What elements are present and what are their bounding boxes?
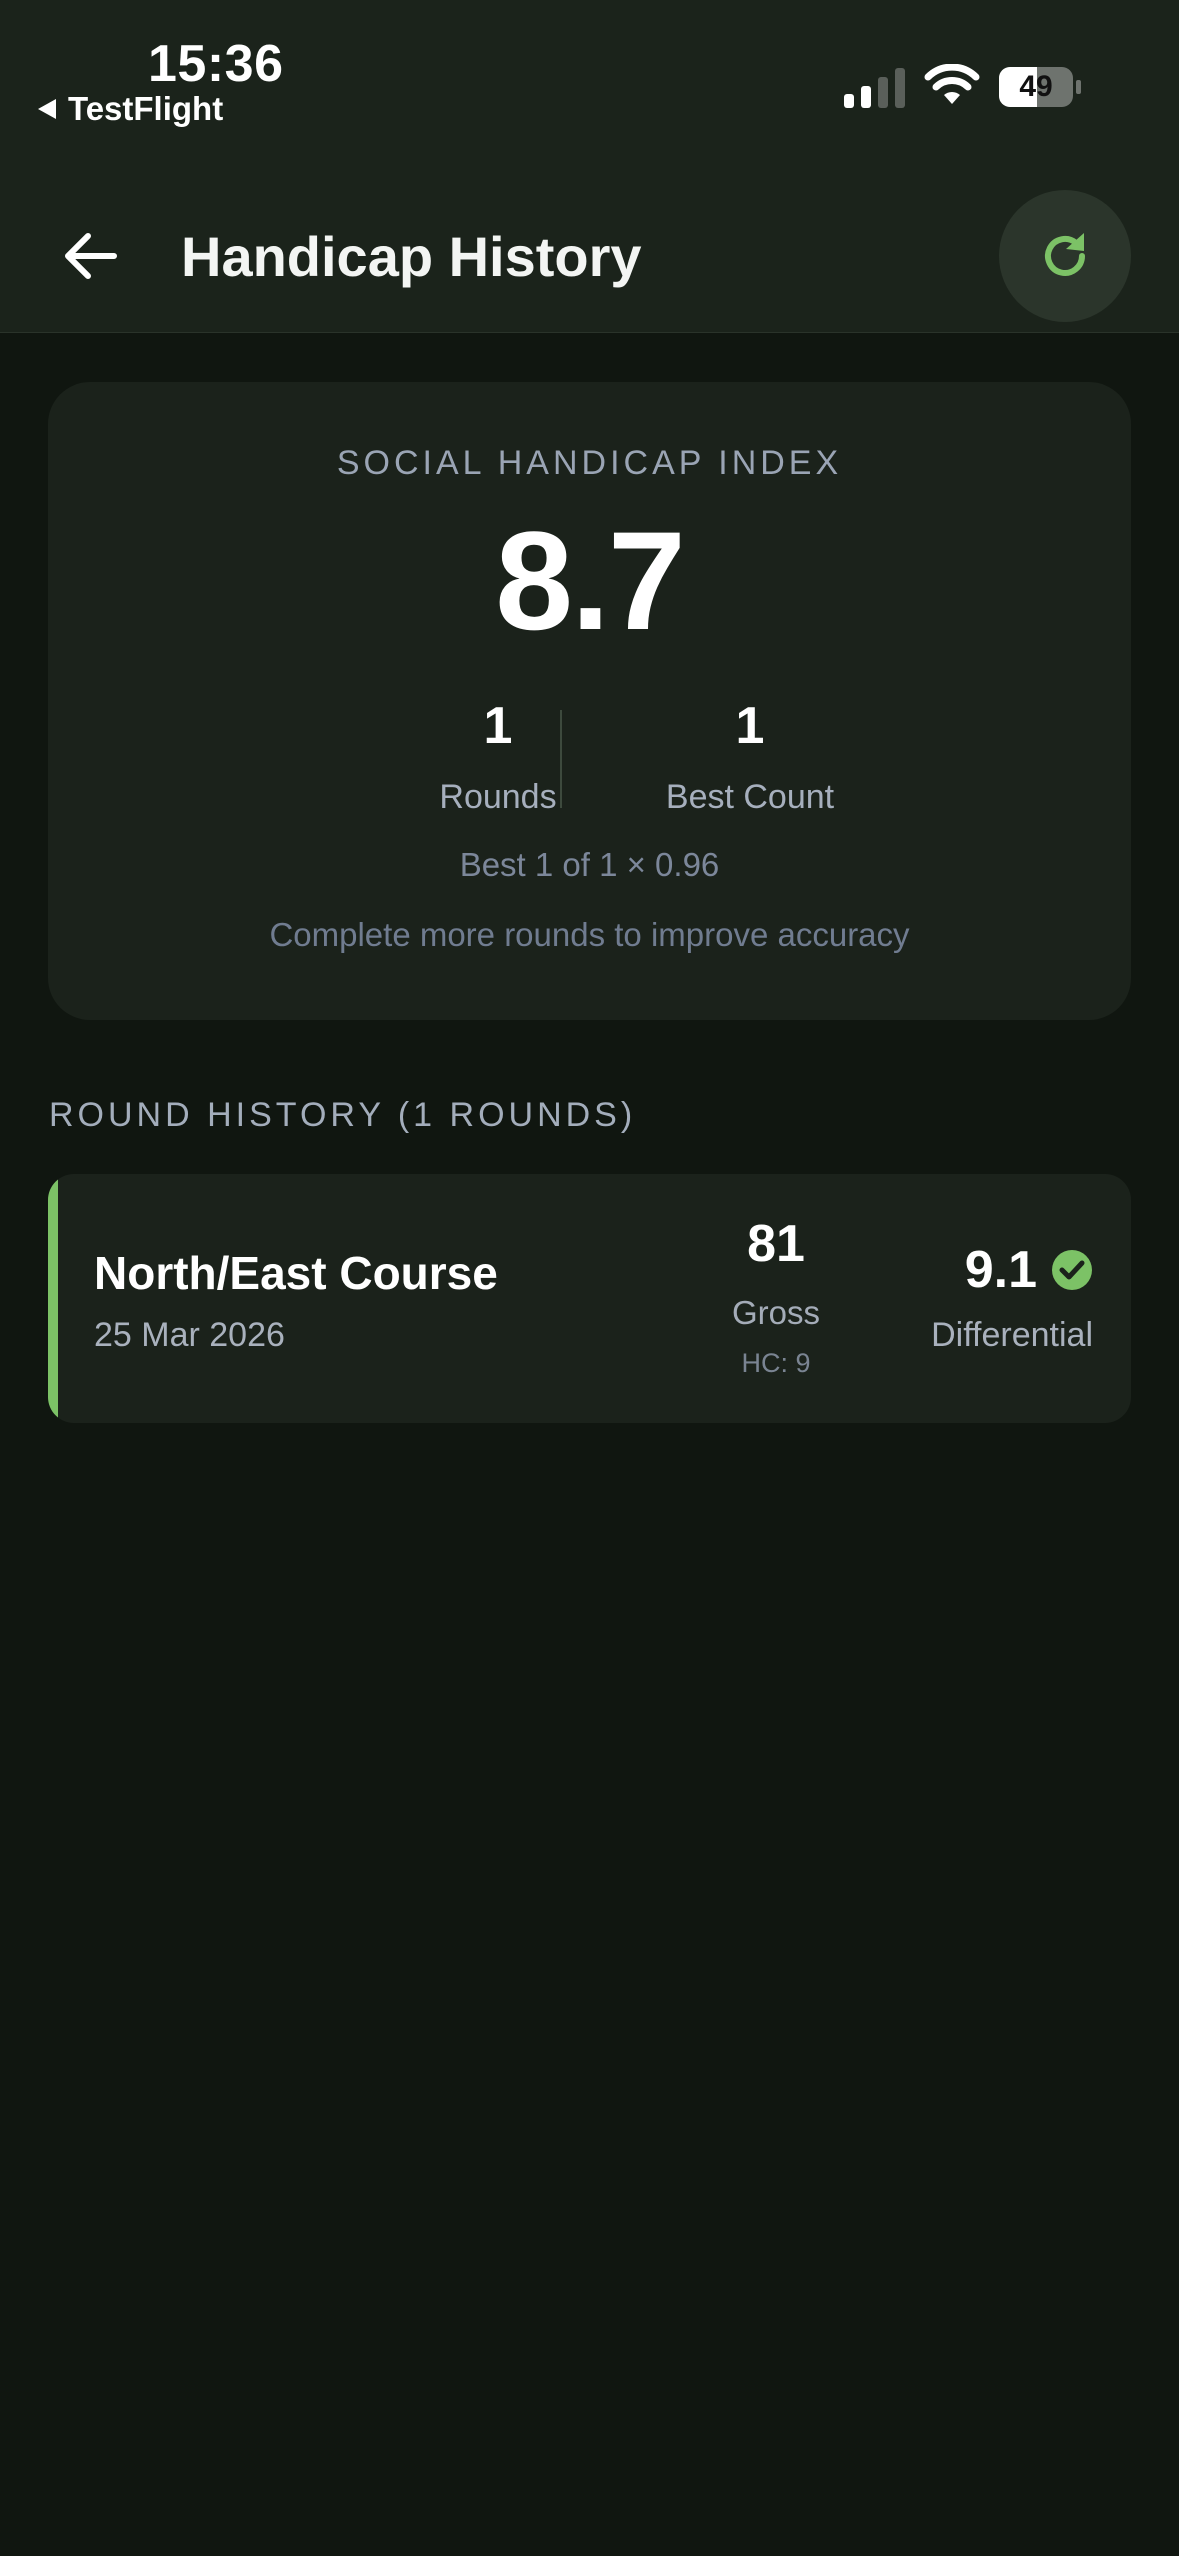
round-card[interactable]: North/East Course 25 Mar 2026 81 Gross H…: [48, 1174, 1131, 1423]
differential: 9.1 Differential: [931, 1244, 1093, 1355]
back-to-testflight[interactable]: TestFlight: [36, 90, 223, 128]
gross-label: Gross: [731, 1294, 820, 1331]
refresh-icon: [1045, 233, 1085, 276]
rounds-label: Rounds: [439, 778, 557, 816]
round-history-title: ROUND HISTORY (1 ROUNDS): [49, 1096, 637, 1134]
accuracy-hint: Complete more rounds to improve accuracy: [269, 916, 910, 953]
handicap-index-value: 8.7: [495, 502, 686, 659]
best-count-label: Best Count: [665, 778, 835, 816]
round-date: 25 Mar 2026: [94, 1316, 285, 1354]
index-caption: SOCIAL HANDICAP INDEX: [336, 444, 843, 482]
gross-value: 81: [747, 1215, 805, 1273]
back-triangle-icon: [38, 99, 56, 119]
gross-score: 81 Gross HC: 9: [658, 1218, 894, 1379]
course-name: North/East Course: [94, 1247, 498, 1299]
back-button[interactable]: [52, 218, 128, 294]
rounds-count: 1: [483, 697, 513, 755]
differential-label: Differential: [931, 1316, 1093, 1354]
page-title: Handicap History: [181, 225, 642, 288]
calculation-formula: Best 1 of 1 × 0.96: [459, 846, 720, 883]
differential-value: 9.1: [964, 1241, 1037, 1299]
battery-level: 49: [1019, 70, 1053, 103]
back-app-label: TestFlight: [68, 90, 224, 127]
best-count-value: 1: [735, 697, 765, 755]
check-circle-icon: [1052, 1250, 1092, 1290]
wifi-icon: [924, 64, 980, 104]
round-accent-bar: [48, 1174, 58, 1423]
stat-divider: [560, 710, 562, 808]
course-handicap: HC: 9: [741, 1348, 811, 1378]
rounds-stat: 1 Rounds: [388, 700, 608, 817]
refresh-button[interactable]: [999, 190, 1131, 322]
status-time: 15:36: [148, 35, 284, 93]
top-bar: 15:36 TestFlight 49 Handicap History: [0, 0, 1179, 333]
arrow-left-icon: [65, 233, 117, 279]
handicap-index-card: SOCIAL HANDICAP INDEX 8.7 1 Rounds 1 Bes…: [48, 382, 1131, 1020]
best-count-stat: 1 Best Count: [600, 700, 900, 817]
battery-indicator: 49: [998, 66, 1082, 108]
cellular-signal-icon: [844, 68, 905, 108]
